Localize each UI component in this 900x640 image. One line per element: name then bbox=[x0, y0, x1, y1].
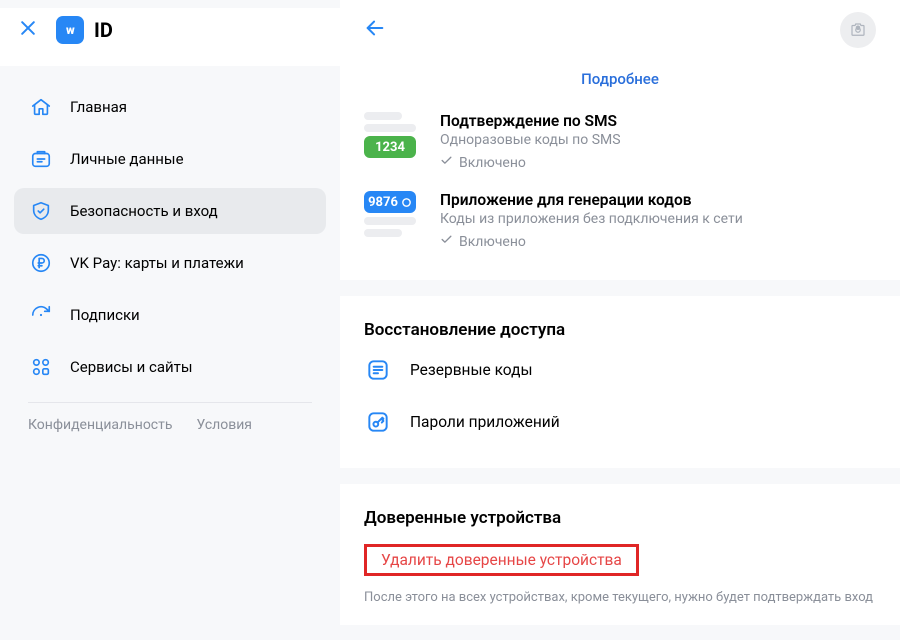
nav: Главная Личные данные Безопасность и вхо… bbox=[0, 66, 340, 396]
factor-status: Включено bbox=[440, 154, 876, 171]
close-icon[interactable] bbox=[18, 18, 38, 42]
nav-label: VK Pay: карты и платежи bbox=[70, 254, 244, 272]
key-icon bbox=[364, 408, 392, 436]
factor-title: Подтверждение по SMS bbox=[440, 112, 876, 130]
delete-trusted-link[interactable]: Удалить доверенные устройства bbox=[381, 551, 622, 569]
authapp-badge: 9876 bbox=[364, 191, 416, 213]
badge-text: 9876 bbox=[368, 195, 398, 210]
nav-label: Личные данные bbox=[70, 150, 184, 168]
shield-icon bbox=[30, 200, 52, 222]
trusted-hint: После этого на всех устройствах, кроме т… bbox=[364, 590, 876, 605]
main-header bbox=[340, 0, 900, 60]
trusted-card: Доверенные устройства Удалить доверенные… bbox=[340, 484, 900, 625]
sidebar-item-personal[interactable]: Личные данные bbox=[14, 136, 326, 182]
home-icon bbox=[30, 96, 52, 118]
footer-links: Конфиденциальность Условия bbox=[0, 417, 340, 433]
factor-sms[interactable]: 1234 Подтверждение по SMS Одноразовые ко… bbox=[364, 102, 876, 181]
id-card-icon bbox=[30, 148, 52, 170]
status-text: Включено bbox=[459, 234, 526, 250]
factor-sub: Одноразовые коды по SMS bbox=[440, 132, 876, 148]
row-label: Резервные коды bbox=[410, 361, 533, 379]
divider bbox=[28, 402, 312, 403]
sms-badge: 1234 bbox=[364, 136, 416, 158]
sidebar: w ID Главная Личные данные Без bbox=[0, 0, 340, 640]
more-link[interactable]: Подробнее bbox=[364, 60, 876, 102]
sms-illustration: 1234 bbox=[364, 112, 420, 171]
brand-text: ID bbox=[94, 18, 113, 42]
svg-text:w: w bbox=[66, 23, 75, 37]
sidebar-item-vkpay[interactable]: VK Pay: карты и платежи bbox=[14, 240, 326, 286]
refresh-mini-icon bbox=[401, 197, 412, 208]
twofa-card: Подробнее 1234 Подтверждение по SMS Одно… bbox=[340, 60, 900, 280]
check-icon bbox=[440, 233, 453, 250]
grid-icon bbox=[30, 356, 52, 378]
privacy-link[interactable]: Конфиденциальность bbox=[28, 417, 172, 433]
avatar[interactable] bbox=[840, 12, 876, 48]
recovery-codes-row[interactable]: Резервные коды bbox=[364, 344, 876, 396]
app-passwords-row[interactable]: Пароли приложений bbox=[364, 396, 876, 448]
nav-label: Главная bbox=[70, 98, 127, 116]
nav-label: Сервисы и сайты bbox=[70, 358, 193, 376]
refresh-icon bbox=[30, 304, 52, 326]
recovery-card: Восстановление доступа Резервные коды Па… bbox=[340, 296, 900, 468]
row-label: Пароли приложений bbox=[410, 413, 560, 431]
factor-authapp[interactable]: 9876 Приложение для генерации кодов Коды… bbox=[364, 181, 876, 260]
sidebar-item-home[interactable]: Главная bbox=[14, 84, 326, 130]
nav-label: Безопасность и вход bbox=[70, 202, 218, 220]
check-icon bbox=[440, 154, 453, 171]
sidebar-item-services[interactable]: Сервисы и сайты bbox=[14, 344, 326, 390]
card-title: Доверенные устройства bbox=[364, 498, 876, 532]
nav-label: Подписки bbox=[70, 306, 140, 324]
factor-sub: Коды из приложения без подключения к сет… bbox=[440, 211, 876, 227]
terms-link[interactable]: Условия bbox=[196, 417, 252, 433]
main: Подробнее 1234 Подтверждение по SMS Одно… bbox=[340, 0, 900, 640]
list-icon bbox=[364, 356, 392, 384]
ruble-icon bbox=[30, 252, 52, 274]
factor-title: Приложение для генерации кодов bbox=[440, 191, 876, 209]
authapp-illustration: 9876 bbox=[364, 191, 420, 250]
delete-trusted-highlight: Удалить доверенные устройства bbox=[364, 544, 639, 576]
vk-logo-icon: w bbox=[56, 16, 84, 44]
factor-status: Включено bbox=[440, 233, 876, 250]
sidebar-header: w ID bbox=[0, 8, 340, 66]
status-text: Включено bbox=[459, 155, 526, 171]
card-title: Восстановление доступа bbox=[364, 310, 876, 344]
sidebar-item-security[interactable]: Безопасность и вход bbox=[14, 188, 326, 234]
sidebar-item-subscriptions[interactable]: Подписки bbox=[14, 292, 326, 338]
back-arrow-icon[interactable] bbox=[364, 17, 386, 43]
